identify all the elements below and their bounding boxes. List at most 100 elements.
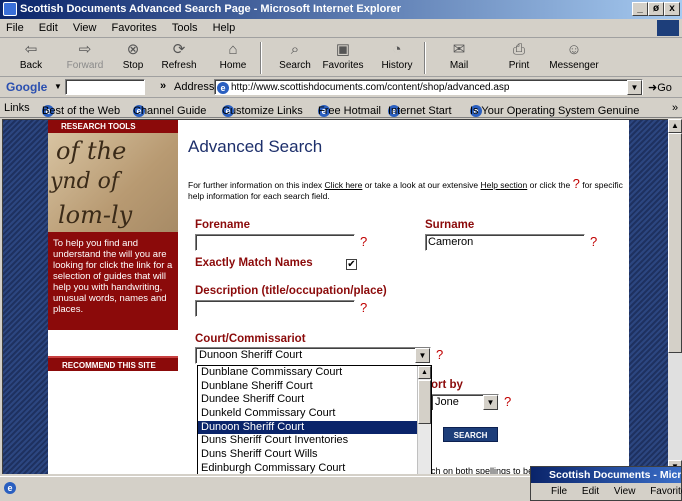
sort-by-select[interactable]: Jone ▼ <box>431 394 499 411</box>
court-option[interactable]: Dunblane Commissary Court <box>198 366 418 380</box>
menu-favorites[interactable]: Favorites <box>106 19 163 37</box>
google-dropdown-icon[interactable]: ▼ <box>54 82 62 91</box>
stop-button[interactable]: ⊗ Stop <box>110 40 156 76</box>
ie-status-icon: e <box>4 482 16 494</box>
court-dropdown-arrow[interactable]: ▼ <box>415 348 430 363</box>
court-option[interactable]: Dunkeld Commissary Court <box>198 407 418 421</box>
mail-button[interactable]: ✉ Mail <box>436 40 482 76</box>
description-input[interactable] <box>195 300 355 317</box>
address-label: Address <box>174 81 215 93</box>
history-button[interactable]: ◔ History <box>374 40 420 76</box>
page-scrollbar[interactable]: ▲ ▼ <box>668 119 682 474</box>
menu-bar: File Edit View Favorites Tools Help <box>0 19 682 38</box>
home-icon: ⌂ <box>228 41 238 58</box>
menu-file[interactable]: File <box>0 19 30 37</box>
google-address-bar: Google ▼ » Address e http://www.scottishd… <box>0 78 682 98</box>
sort-by-dropdown-arrow[interactable]: ▼ <box>483 395 498 410</box>
forward-arrow-icon: ⇨ <box>78 41 92 58</box>
court-option[interactable]: Dunblane Sheriff Court <box>198 380 418 394</box>
court-label: Court/Commissariot <box>195 333 306 345</box>
help-section-link[interactable]: Help section <box>480 180 527 190</box>
search-button[interactable]: ⌕ Search <box>272 40 318 76</box>
ie-app-icon <box>3 2 17 16</box>
sort-by-label: ort by <box>431 379 463 391</box>
background-window-preview[interactable]: Scottish Documents - Micro File Edit Vie… <box>530 466 682 501</box>
research-tools-description[interactable]: To help you find and understand the will… <box>48 232 178 330</box>
go-button[interactable]: ➜Go <box>648 81 672 94</box>
scroll-up-arrow-icon[interactable]: ▲ <box>668 119 682 133</box>
minimize-button[interactable]: _ <box>632 2 648 16</box>
scroll-up-arrow-icon[interactable]: ▲ <box>418 366 431 379</box>
court-help-icon[interactable]: ? <box>436 347 443 362</box>
google-toolbar-logo[interactable]: Google <box>6 80 47 94</box>
messenger-button[interactable]: ☺ Messenger <box>546 40 602 76</box>
court-select[interactable]: Dunoon Sheriff Court ▼ <box>195 347 431 364</box>
back-button[interactable]: ⇦ Back <box>8 40 54 76</box>
court-option[interactable]: Duns Sheriff Court Inventories <box>198 434 418 448</box>
court-option[interactable]: Edinburgh Commissary Court <box>198 462 418 474</box>
refresh-icon: ⟳ <box>172 41 186 58</box>
window-title: Scottish Documents Advanced Search Page … <box>20 3 402 15</box>
page-title: Advanced Search <box>188 137 323 156</box>
google-more-chevron[interactable]: » <box>160 80 166 92</box>
forward-button[interactable]: ⇨ Forward <box>62 40 108 76</box>
toolbar-separator <box>260 42 262 74</box>
page-scroll-thumb[interactable] <box>668 133 682 353</box>
research-tools-header: RESEARCH TOOLS <box>48 120 178 133</box>
history-icon: ◔ <box>392 41 402 58</box>
menu-help[interactable]: Help <box>207 19 242 37</box>
back-arrow-icon: ⇦ <box>24 41 38 58</box>
help-text: For further information on this index Cl… <box>188 176 623 201</box>
go-arrow-icon: ➜ <box>648 82 658 94</box>
help-question-icon[interactable]: ? <box>573 176 580 191</box>
forename-label: Forename <box>195 219 250 231</box>
forename-help-icon[interactable]: ? <box>360 234 367 249</box>
court-option[interactable]: Dundee Sheriff Court <box>198 393 418 407</box>
messenger-icon: ☺ <box>566 41 582 58</box>
google-search-input[interactable] <box>65 79 145 95</box>
stop-icon: ⊗ <box>126 41 140 58</box>
court-options: Dunblane Commissary Court Dunblane Sherif… <box>198 366 431 474</box>
court-option[interactable]: Dunoon Sheriff Court <box>198 420 418 435</box>
background-window-title[interactable]: Scottish Documents - Micro <box>531 467 681 483</box>
mail-icon: ✉ <box>452 41 466 58</box>
sort-by-help-icon[interactable]: ? <box>504 394 511 409</box>
search-submit-button[interactable]: SEARCH <box>443 427 498 442</box>
background-window-menu: File Edit View Favorites <box>551 486 682 497</box>
links-more-chevron[interactable]: » <box>672 102 678 114</box>
recommend-site-button[interactable]: RECOMMEND THIS SITE <box>48 356 178 371</box>
court-option[interactable]: Duns Sheriff Court Wills <box>198 448 418 462</box>
description-label: Description (title/occupation/place) <box>195 285 387 297</box>
description-help-icon[interactable]: ? <box>360 300 367 315</box>
left-decorative-stripe <box>3 120 48 474</box>
maximize-button[interactable]: ø <box>648 2 664 16</box>
exact-match-checkbox[interactable]: ✔ <box>346 259 357 270</box>
click-here-link[interactable]: Click here <box>325 180 363 190</box>
toolbar-separator <box>424 42 426 74</box>
surname-label: Surname <box>425 219 475 231</box>
close-button[interactable]: x <box>664 2 680 16</box>
menu-tools[interactable]: Tools <box>166 19 204 37</box>
window-titlebar: Scottish Documents Advanced Search Page … <box>0 0 682 19</box>
surname-input[interactable]: Cameron <box>425 234 585 251</box>
menu-edit[interactable]: Edit <box>33 19 64 37</box>
court-dropdown-list[interactable]: Dunblane Commissary Court Dunblane Sherif… <box>197 365 432 474</box>
favorites-button[interactable]: ▣ Favorites <box>320 40 366 76</box>
refresh-button[interactable]: ⟳ Refresh <box>156 40 202 76</box>
print-button[interactable]: ⎙ Print <box>496 40 542 76</box>
favorites-icon: ▣ <box>335 41 351 58</box>
home-button[interactable]: ⌂ Home <box>210 40 256 76</box>
printer-icon: ⎙ <box>512 41 525 58</box>
court-dropdown-scrollbar[interactable]: ▲ <box>417 366 431 474</box>
address-input[interactable]: e http://www.scottishdocuments.com/conten… <box>214 79 643 95</box>
address-dropdown-arrow[interactable]: ▼ <box>627 80 642 95</box>
surname-help-icon[interactable]: ? <box>590 234 597 249</box>
ie-page-icon: e <box>217 82 229 94</box>
scroll-thumb[interactable] <box>418 380 431 424</box>
search-icon: ⌕ <box>290 41 300 58</box>
menu-view[interactable]: View <box>67 19 103 37</box>
manuscript-image[interactable]: of the ynd of lom-ly <box>48 133 178 232</box>
right-decorative-stripe <box>629 120 668 474</box>
forename-input[interactable] <box>195 234 355 251</box>
exact-match-label: Exactly Match Names <box>195 257 313 269</box>
